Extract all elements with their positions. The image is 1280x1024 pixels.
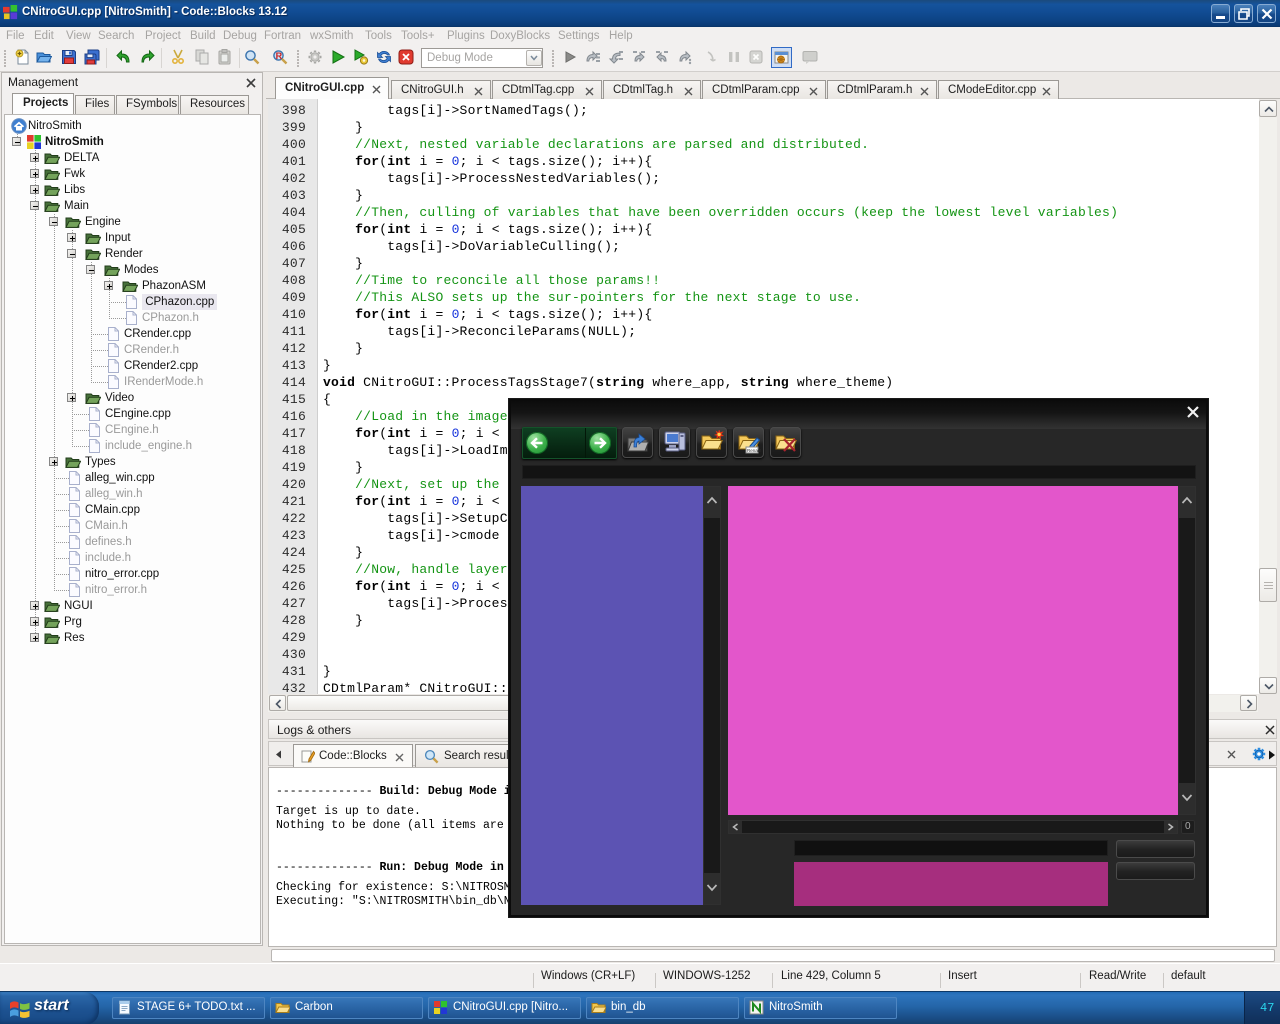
svg-text:Rename: Rename — [747, 448, 761, 453]
svg-text:R: R — [276, 51, 283, 61]
